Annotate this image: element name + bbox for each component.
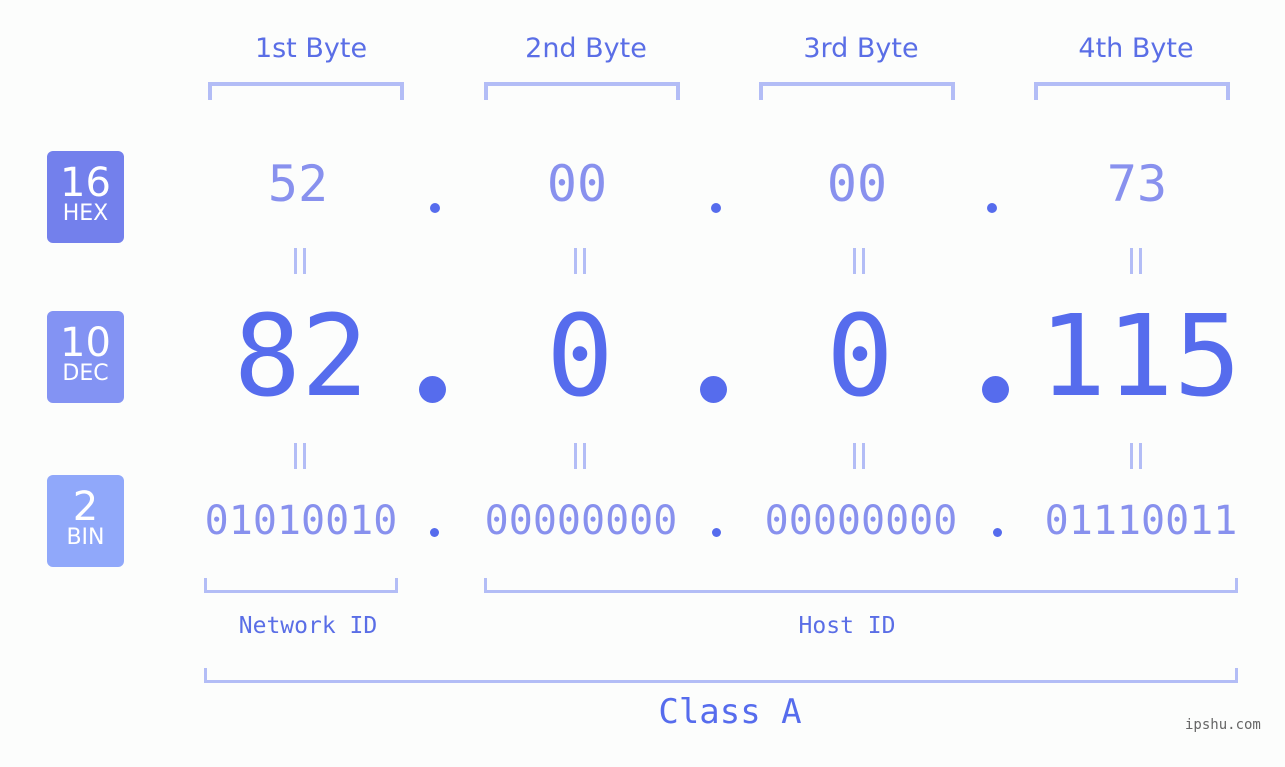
bin-separator-dot xyxy=(430,528,439,537)
equals-icon xyxy=(560,442,600,477)
dec-badge-label: DEC xyxy=(62,361,109,386)
bin-separator-dot xyxy=(993,528,1002,537)
hex-badge-label: HEX xyxy=(62,201,109,226)
dec-byte-4: 115 xyxy=(1038,292,1242,422)
dec-byte-1: 82 xyxy=(233,292,369,422)
byte-header-1: 1st Byte xyxy=(254,33,368,64)
equals-icon xyxy=(839,442,879,477)
bin-separator-dot xyxy=(712,528,721,537)
hex-separator-dot xyxy=(430,203,440,213)
dec-byte-2: 0 xyxy=(546,292,614,422)
equals-icon xyxy=(280,247,320,282)
bin-byte-3: 00000000 xyxy=(764,498,958,544)
hex-byte-1: 52 xyxy=(267,155,329,213)
equals-icon xyxy=(839,247,879,282)
hex-byte-4: 73 xyxy=(1106,155,1168,213)
dec-byte-3: 0 xyxy=(826,292,894,422)
host-id-label: Host ID xyxy=(798,613,896,639)
bin-byte-4: 01110011 xyxy=(1044,498,1238,544)
watermark: ipshu.com xyxy=(1185,717,1261,733)
dec-separator-dot xyxy=(982,376,1009,403)
equals-icon xyxy=(1116,247,1156,282)
dec-separator-dot xyxy=(700,376,727,403)
byte-bracket-2 xyxy=(484,82,680,100)
bin-badge: 2 BIN xyxy=(47,475,124,567)
dec-badge: 10 DEC xyxy=(47,311,124,403)
byte-header-3: 3rd Byte xyxy=(803,33,919,64)
bin-byte-1: 01010010 xyxy=(204,498,398,544)
equals-icon xyxy=(280,442,320,477)
hex-badge-base: 16 xyxy=(60,160,111,206)
hex-byte-2: 00 xyxy=(546,155,608,213)
byte-bracket-4 xyxy=(1034,82,1230,100)
class-label: Class A xyxy=(658,692,802,732)
equals-icon xyxy=(560,247,600,282)
dec-separator-dot xyxy=(419,376,446,403)
byte-bracket-3 xyxy=(759,82,955,100)
equals-icon xyxy=(1116,442,1156,477)
bin-byte-2: 00000000 xyxy=(484,498,678,544)
byte-bracket-1 xyxy=(208,82,404,100)
host-id-bracket xyxy=(484,578,1238,593)
bin-badge-base: 2 xyxy=(72,484,99,530)
byte-header-2: 2nd Byte xyxy=(525,33,647,64)
dec-badge-base: 10 xyxy=(60,320,111,366)
hex-badge: 16 HEX xyxy=(47,151,124,243)
hex-separator-dot xyxy=(987,203,997,213)
class-bracket xyxy=(204,668,1238,683)
hex-byte-3: 00 xyxy=(826,155,888,213)
network-id-label: Network ID xyxy=(238,613,378,639)
byte-header-4: 4th Byte xyxy=(1078,33,1194,64)
network-id-bracket xyxy=(204,578,398,593)
bin-badge-label: BIN xyxy=(66,525,105,550)
hex-separator-dot xyxy=(711,203,721,213)
